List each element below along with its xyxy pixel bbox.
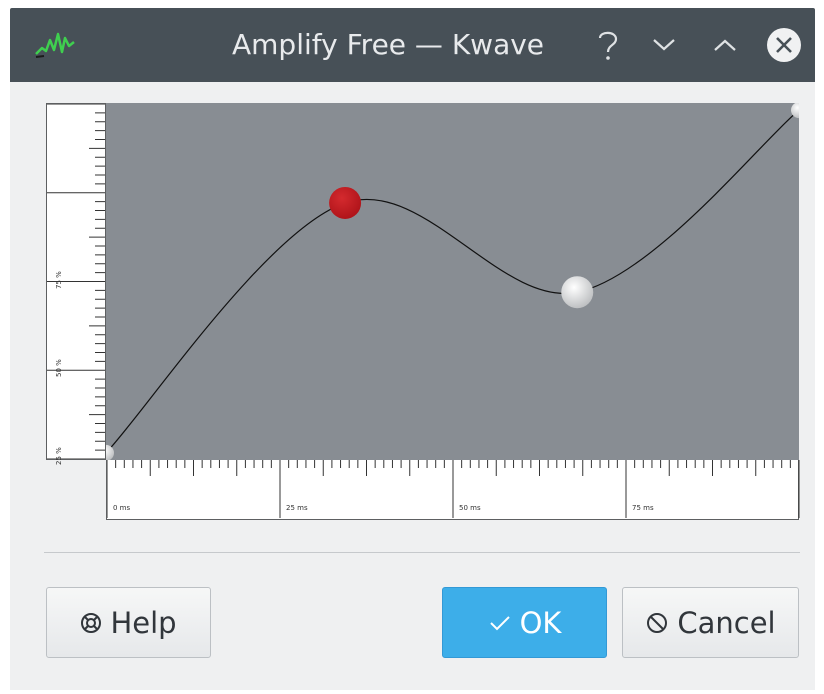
y-axis-label: 25 % xyxy=(55,447,63,465)
time-ruler: 0 ms 25 ms 50 ms 75 ms xyxy=(106,460,800,520)
selected-control-point[interactable] xyxy=(329,186,362,219)
help-button[interactable]: Help xyxy=(46,587,211,658)
control-point[interactable] xyxy=(561,276,594,309)
minimize-icon[interactable] xyxy=(646,27,682,63)
amplitude-ruler: 75 % 50 % 25 % xyxy=(46,103,106,465)
close-icon[interactable] xyxy=(766,27,802,63)
ok-button[interactable]: OK xyxy=(442,587,607,658)
title-bar[interactable]: Amplify Free — Kwave xyxy=(10,8,815,82)
amplitude-curve xyxy=(106,109,799,454)
x-axis-label: 0 ms xyxy=(113,504,131,512)
cancel-label: Cancel xyxy=(677,605,776,640)
y-axis-label: 75 % xyxy=(55,271,63,289)
kwave-waveform-icon xyxy=(35,32,75,58)
x-axis-label: 25 ms xyxy=(286,504,308,512)
check-icon xyxy=(488,613,512,633)
cancel-button[interactable]: Cancel xyxy=(622,587,799,658)
maximize-icon[interactable] xyxy=(707,27,743,63)
y-axis-label: 50 % xyxy=(55,359,63,377)
window-title: Amplify Free — Kwave xyxy=(232,28,545,61)
help-icon[interactable] xyxy=(590,27,626,63)
x-axis-label: 50 ms xyxy=(459,504,481,512)
amplitude-curve-editor[interactable] xyxy=(106,103,799,460)
ok-label: OK xyxy=(519,605,562,640)
separator xyxy=(44,552,800,553)
x-axis-label: 75 ms xyxy=(632,504,654,512)
lifebuoy-icon xyxy=(80,612,102,634)
help-label: Help xyxy=(110,605,177,640)
cancel-icon xyxy=(645,611,669,635)
control-point[interactable] xyxy=(106,444,114,460)
